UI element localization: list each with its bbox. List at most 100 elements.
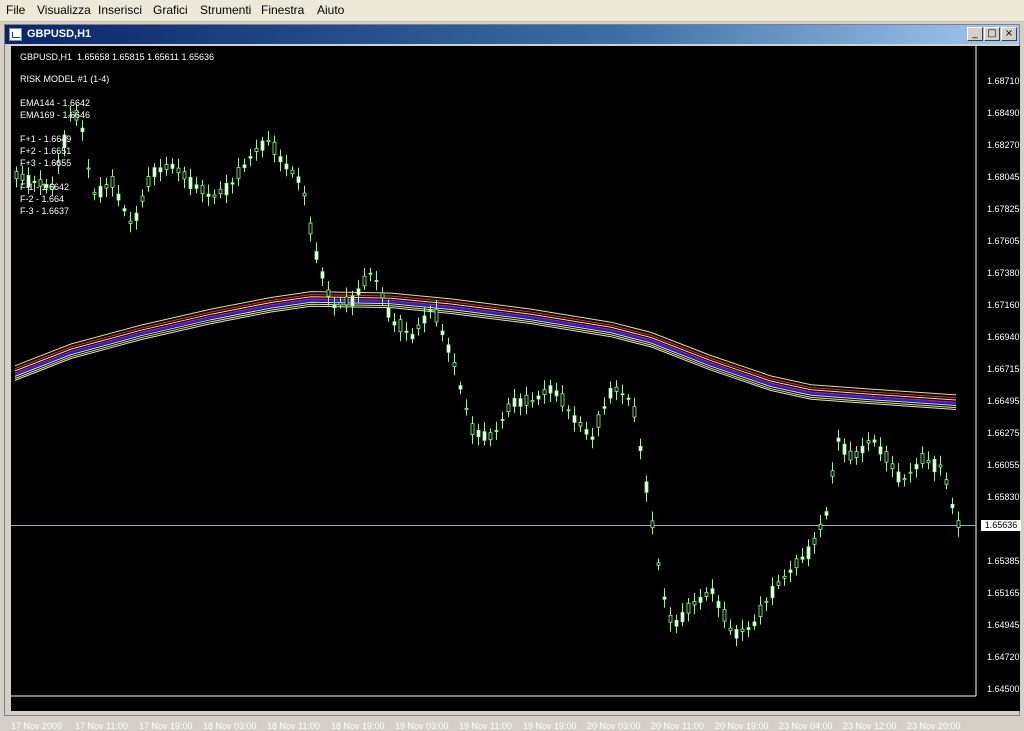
- candle-body: [830, 470, 835, 477]
- candle-body: [326, 289, 331, 297]
- candle-body: [20, 173, 25, 181]
- price-tick: 1.64945: [987, 620, 1020, 630]
- candle-body: [110, 175, 115, 188]
- candle-body: [800, 556, 805, 560]
- candle-body: [458, 385, 463, 390]
- candle-body: [284, 163, 289, 170]
- window-titlebar[interactable]: GBPUSD,H1 _ □ ×: [5, 25, 1019, 44]
- candle-body: [578, 422, 583, 427]
- price-chart[interactable]: GBPUSD,H1 1.65658 1.65815 1.65611 1.6563…: [11, 46, 1021, 731]
- candle-body: [308, 222, 313, 235]
- candle-body: [608, 387, 613, 399]
- candle-body: [848, 450, 853, 461]
- candle-body: [386, 307, 391, 318]
- candle-body: [902, 478, 907, 481]
- candle-body: [824, 511, 829, 516]
- menu-grafici[interactable]: Grafici: [153, 3, 188, 17]
- candle-body: [746, 627, 751, 630]
- price-tick: 1.65165: [987, 588, 1020, 598]
- f-minus-1-label: F-1 - 1.6642: [20, 182, 70, 192]
- candle-body: [344, 296, 349, 306]
- candle-body: [590, 436, 595, 440]
- candle-body: [224, 182, 229, 196]
- candle-body: [836, 437, 841, 442]
- candle-body: [764, 600, 769, 603]
- time-tick: 18 Nov 19:00: [331, 721, 385, 731]
- price-tick: 1.64720: [987, 652, 1020, 662]
- candle-body: [758, 604, 763, 618]
- menu-file[interactable]: File: [6, 3, 25, 17]
- candle-body: [572, 415, 577, 423]
- candle-body: [632, 406, 637, 418]
- candle-body: [506, 403, 511, 413]
- candle-body: [944, 479, 949, 485]
- candle-body: [98, 185, 103, 198]
- price-tick: 1.68710: [987, 76, 1020, 86]
- risk-model-label: RISK MODEL #1 (1-4): [20, 74, 110, 84]
- price-tick: 1.64500: [987, 684, 1020, 694]
- candle-body: [722, 609, 727, 622]
- candle-body: [770, 585, 775, 599]
- menu-aiuto[interactable]: Aiuto: [317, 3, 344, 17]
- candle-body: [104, 184, 109, 189]
- candle-body: [554, 390, 559, 397]
- candle-body: [908, 471, 913, 474]
- candle-body: [854, 451, 859, 458]
- menu-finestra[interactable]: Finestra: [261, 3, 304, 17]
- candle-body: [404, 330, 409, 333]
- candle-body: [518, 398, 523, 407]
- chart-window: GBPUSD,H1 _ □ × GBPUSD,H1 1.65658 1.6581…: [4, 24, 1021, 731]
- ema-bands: [14, 291, 957, 410]
- candle-body: [266, 139, 271, 142]
- candle-body: [776, 581, 781, 586]
- close-button[interactable]: ×: [1001, 27, 1017, 41]
- candle-body: [248, 156, 253, 159]
- candle-body: [626, 397, 631, 400]
- time-tick: 20 Nov 19:00: [715, 721, 769, 731]
- candle-body: [650, 520, 655, 529]
- time-tick: 20 Nov 03:00: [587, 721, 641, 731]
- candle-body: [452, 361, 457, 367]
- menu-strumenti[interactable]: Strumenti: [200, 3, 251, 17]
- candle-body: [410, 333, 415, 340]
- candle-body: [140, 195, 145, 202]
- candle-body: [950, 503, 955, 509]
- window-title: GBPUSD,H1: [27, 28, 92, 40]
- candle-body: [884, 451, 889, 463]
- current-price-badge: 1.65636: [981, 520, 1021, 531]
- candle-body: [206, 193, 211, 197]
- candle-body: [620, 393, 625, 396]
- candle-body: [236, 167, 241, 180]
- price-tick: 1.65830: [987, 492, 1020, 502]
- menu-bar: File Visualizza Inserisci Grafici Strume…: [0, 0, 1024, 22]
- candle-body: [116, 193, 121, 201]
- candle-body: [350, 295, 355, 307]
- candle-body: [122, 208, 127, 212]
- candle-body: [332, 304, 337, 309]
- minimize-button[interactable]: _: [967, 27, 983, 41]
- candle-body: [680, 612, 685, 623]
- menu-visualizza[interactable]: Visualizza: [37, 3, 91, 17]
- f-plus-1-label: F+1 - 1.6649: [20, 134, 72, 144]
- candle-body: [14, 171, 19, 180]
- candle-body: [290, 169, 295, 175]
- candle-body: [398, 319, 403, 333]
- candle-body: [698, 596, 703, 603]
- candle-body: [302, 192, 307, 197]
- candle-body: [668, 614, 673, 623]
- candle-body: [422, 315, 427, 324]
- candlestick-chart[interactable]: [11, 46, 1020, 711]
- candle-body: [860, 445, 865, 454]
- candle-body: [464, 407, 469, 410]
- candle-body: [92, 192, 97, 195]
- candle-body: [164, 164, 169, 170]
- restore-button[interactable]: □: [984, 27, 1000, 41]
- price-tick: 1.68045: [987, 172, 1020, 182]
- menu-inserisci[interactable]: Inserisci: [98, 3, 142, 17]
- candle-body: [794, 558, 799, 569]
- candle-body: [656, 562, 661, 566]
- time-tick: 17 Nov 2009: [11, 721, 63, 731]
- candle-body: [488, 432, 493, 441]
- price-tick: 1.67160: [987, 300, 1020, 310]
- candle-body: [218, 188, 223, 194]
